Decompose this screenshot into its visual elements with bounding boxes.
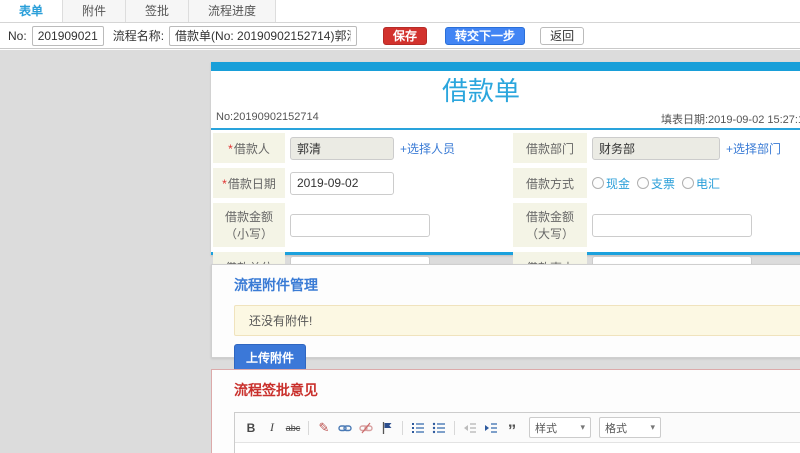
ordered-list-button[interactable] [409, 419, 427, 437]
tab-bar: 表单 附件 签批 流程进度 [0, 0, 800, 23]
radio-wire[interactable]: 电汇 [682, 175, 720, 192]
tab-approval[interactable]: 签批 [126, 0, 190, 22]
format-brush-button[interactable]: ✎ [315, 419, 333, 437]
select-department-link[interactable]: +选择部门 [726, 140, 781, 157]
amount-big-input[interactable] [592, 213, 752, 237]
radio-icon [592, 177, 604, 189]
attachments-heading: 流程附件管理 [234, 277, 318, 293]
borrower-field: +选择人员 [285, 133, 513, 163]
form-divider [211, 128, 800, 130]
department-input[interactable] [592, 136, 720, 160]
required-mark: * [228, 141, 233, 156]
method-field: 现金 支票 电汇 [587, 168, 800, 198]
next-step-button[interactable]: 转交下一步 [445, 26, 526, 45]
form-fill-date: 填表日期:2019-09-02 15:27:1 [661, 114, 800, 126]
back-button[interactable]: 返回 [540, 26, 585, 45]
no-attachments-alert: 还没有附件! [234, 305, 800, 336]
link-button[interactable] [336, 419, 354, 437]
amount-small-field [285, 203, 513, 247]
form-title: 借款单 [441, 76, 520, 106]
styles-select[interactable]: 样式 ▾ [529, 417, 591, 438]
strikethrough-button[interactable]: abc [284, 419, 302, 437]
loan-method-radio-group: 现金 支票 电汇 [592, 175, 720, 192]
radio-check[interactable]: 支票 [637, 175, 675, 192]
chevron-down-icon: ▾ [650, 422, 655, 432]
form-meta-row: No:20190902152714 填表日期:2019-09-02 15:27:… [211, 109, 800, 126]
loan-date-input[interactable] [290, 171, 394, 195]
upload-attachment-button[interactable]: 上传附件 [234, 344, 307, 371]
toolbar-separator [308, 420, 309, 435]
unordered-list-icon [432, 422, 445, 433]
indent-icon [485, 422, 497, 433]
unlink-button[interactable] [357, 419, 375, 437]
save-button[interactable]: 保存 [383, 26, 428, 45]
approval-panel: 流程签批意见 B I abc ✎ ” 样式 ▾ 格式 ▾ [211, 369, 800, 453]
indent-button[interactable] [482, 419, 500, 437]
approval-heading: 流程签批意见 [234, 382, 318, 398]
blockquote-button[interactable]: ” [503, 419, 521, 439]
process-name-input[interactable] [169, 25, 358, 46]
top-bar: 表单 附件 签批 流程进度 No: 流程名称: 保存 转交下一步 返回 [0, 0, 800, 50]
no-label: No: [8, 28, 27, 43]
rich-text-editor: B I abc ✎ ” 样式 ▾ 格式 ▾ [234, 412, 800, 453]
unordered-list-button[interactable] [430, 419, 448, 437]
amount-big-field [587, 203, 800, 247]
editor-toolbar: B I abc ✎ ” 样式 ▾ 格式 ▾ [235, 413, 800, 443]
tab-attachment[interactable]: 附件 [63, 0, 127, 22]
flag-icon [382, 421, 392, 434]
toolbar-separator [454, 420, 455, 435]
ordered-list-icon [412, 422, 424, 433]
attachments-panel: 流程附件管理 还没有附件! 上传附件 [211, 264, 800, 371]
borrower-label: *借款人 [213, 133, 285, 163]
date-field [285, 168, 513, 198]
styles-select-value: 样式 [535, 422, 557, 435]
amount-big-label: 借款金额（大写） [513, 203, 587, 247]
panel-accent-bar [211, 62, 800, 71]
toolbar: No: 流程名称: 保存 转交下一步 返回 [0, 23, 800, 49]
form-grid: *借款人 +选择人员 借款部门 +选择部门 *借款日期 借款方式 现金 支票 电… [213, 133, 800, 282]
loan-form-panel: 借款单 No:20190902152714 填表日期:2019-09-02 15… [211, 62, 800, 282]
anchor-flag-button[interactable] [378, 419, 396, 437]
radio-icon [637, 177, 650, 189]
tab-progress[interactable]: 流程进度 [189, 0, 277, 22]
unlink-icon [359, 422, 373, 433]
select-person-link[interactable]: +选择人员 [400, 140, 455, 157]
amount-small-input[interactable] [290, 213, 430, 237]
outdent-icon [464, 422, 476, 433]
required-mark: * [222, 176, 227, 191]
chevron-down-icon: ▾ [580, 422, 585, 432]
italic-button[interactable]: I [263, 419, 281, 437]
outdent-button[interactable] [461, 419, 479, 437]
tab-form[interactable]: 表单 [0, 0, 64, 22]
department-field: +选择部门 [587, 133, 800, 163]
radio-icon [682, 177, 695, 189]
toolbar-separator [402, 420, 403, 435]
app-window: 表单 附件 签批 流程进度 No: 流程名称: 保存 转交下一步 返回 借款单 … [0, 0, 800, 453]
amount-small-label: 借款金额（小写） [213, 203, 285, 247]
editor-content-area[interactable] [235, 443, 800, 453]
bold-button[interactable]: B [242, 419, 260, 437]
link-icon [338, 424, 352, 431]
form-number: No:20190902152714 [216, 111, 319, 123]
format-select[interactable]: 格式 ▾ [599, 417, 661, 438]
borrower-input[interactable] [290, 136, 394, 160]
method-label: 借款方式 [513, 168, 587, 198]
date-label: *借款日期 [213, 168, 285, 198]
no-input[interactable] [31, 25, 104, 46]
department-label: 借款部门 [513, 133, 587, 163]
format-select-value: 格式 [605, 422, 627, 435]
process-name-label: 流程名称: [112, 29, 165, 43]
radio-cash[interactable]: 现金 [592, 175, 630, 192]
